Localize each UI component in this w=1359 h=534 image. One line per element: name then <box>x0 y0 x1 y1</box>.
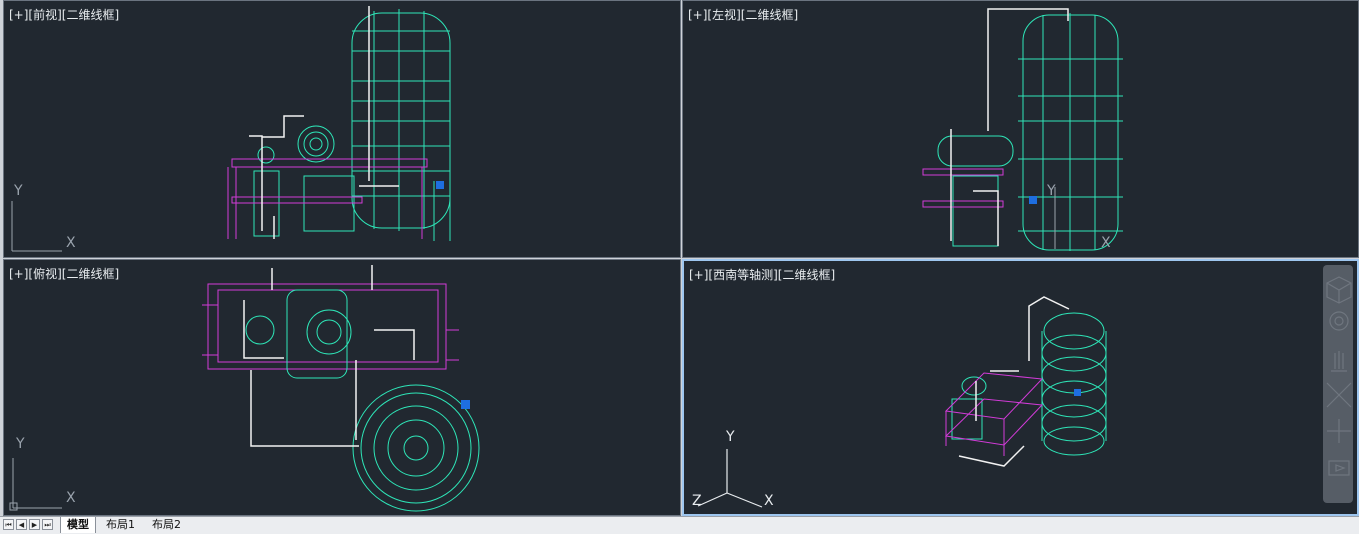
viewport-top[interactable]: [+][俯视][二维线框] Y X <box>3 259 681 516</box>
tab-model[interactable]: 模型 <box>60 517 96 533</box>
showmotion-icon[interactable] <box>1323 435 1353 469</box>
pan-hand-icon[interactable] <box>1323 333 1353 367</box>
ucs-x-label-iso: X <box>764 493 774 509</box>
tab-layout1[interactable]: 布局1 <box>100 517 141 533</box>
iso-view-drawing <box>697 276 1352 508</box>
viewcube-icon[interactable] <box>1323 265 1353 299</box>
viewport-iso[interactable]: [+][西南等轴测][二维线框] Y X Z <box>682 259 1359 516</box>
ucs-x-label-top: X <box>66 490 76 506</box>
previous-tab-button[interactable]: ◀ <box>16 519 27 530</box>
zoom-extents-icon[interactable] <box>1323 367 1353 401</box>
ucs-x-label: X <box>66 235 76 251</box>
navigation-bar[interactable] <box>1323 265 1353 503</box>
last-tab-button[interactable]: ⏭ <box>42 519 53 530</box>
ucs-z-label-iso: Z <box>692 493 702 509</box>
steering-wheel-icon[interactable] <box>1323 299 1353 333</box>
viewport-label-iso[interactable]: [+][西南等轴测][二维线框] <box>689 266 835 283</box>
orbit-icon[interactable] <box>1323 401 1353 435</box>
viewport-label-top[interactable]: [+][俯视][二维线框] <box>9 265 119 282</box>
tab-layout2[interactable]: 布局2 <box>146 517 187 533</box>
ucs-y-label: Y <box>14 183 23 199</box>
ucs-y-label-top: Y <box>16 436 25 452</box>
next-tab-button[interactable]: ▶ <box>29 519 40 530</box>
viewport-label-front[interactable]: [+][前视][二维线框] <box>9 6 119 23</box>
ucs-y-label-iso: Y <box>726 429 735 445</box>
first-tab-button[interactable]: ⏮ <box>3 519 14 530</box>
front-view-drawing <box>11 6 451 252</box>
viewport-front[interactable]: [+][前视][二维线框] Y X <box>3 0 681 258</box>
ucs-y-label-left: Y <box>1047 183 1056 199</box>
viewport-label-left[interactable]: [+][左视][二维线框] <box>688 6 798 23</box>
layout-tab-bar: ⏮ ◀ ▶ ⏭ 模型 布局1 布局2 <box>0 516 1359 534</box>
ucs-x-label-left: X <box>1101 235 1111 251</box>
viewport-left[interactable]: [+][左视][二维线框] Y X <box>682 0 1359 258</box>
left-view-drawing <box>922 8 1123 251</box>
top-view-drawing <box>9 265 480 512</box>
